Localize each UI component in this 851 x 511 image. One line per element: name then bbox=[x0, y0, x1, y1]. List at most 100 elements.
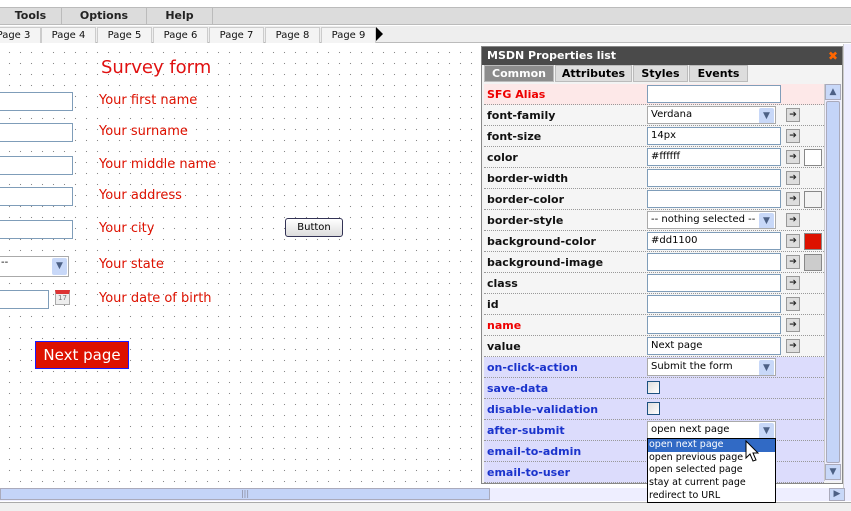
tab-attributes[interactable]: Attributes bbox=[555, 65, 632, 82]
insert-value-icon[interactable]: ➔ bbox=[786, 234, 800, 248]
chevron-down-icon[interactable]: ▼ bbox=[52, 258, 67, 275]
tab-styles[interactable]: Styles bbox=[633, 65, 688, 82]
sfg-alias-input[interactable] bbox=[647, 85, 781, 103]
class-input[interactable] bbox=[647, 274, 781, 292]
property-label: border-color bbox=[487, 193, 565, 206]
option-stay-at-current-page[interactable]: stay at current page bbox=[648, 477, 775, 490]
scroll-thumb[interactable] bbox=[826, 101, 840, 463]
border-color-input[interactable] bbox=[647, 190, 781, 208]
background-image-input[interactable] bbox=[647, 253, 781, 271]
value-input[interactable]: Next page bbox=[647, 337, 781, 355]
insert-value-icon[interactable]: ➔ bbox=[786, 297, 800, 311]
surname-input[interactable] bbox=[0, 123, 73, 142]
border-style-select[interactable]: -- nothing selected -- ▼ bbox=[647, 211, 776, 229]
tab-page-6[interactable]: Page 6 bbox=[153, 27, 208, 43]
property-label: font-size bbox=[487, 130, 542, 143]
tab-events[interactable]: Events bbox=[689, 65, 748, 82]
mouse-cursor-icon bbox=[745, 440, 760, 462]
form-title[interactable]: Survey form bbox=[101, 57, 211, 78]
scroll-up-icon[interactable]: ▲ bbox=[825, 84, 841, 100]
city-input[interactable] bbox=[0, 220, 73, 239]
address-input[interactable] bbox=[0, 187, 73, 206]
menu-bar: Tools Options Help bbox=[0, 7, 851, 25]
tab-common[interactable]: Common bbox=[484, 65, 554, 82]
scroll-right-icon[interactable]: ▶ bbox=[829, 488, 845, 501]
date-of-birth-label[interactable]: Your date of birth bbox=[99, 291, 212, 306]
insert-value-icon[interactable]: ➔ bbox=[786, 276, 800, 290]
insert-value-icon[interactable]: ➔ bbox=[786, 318, 800, 332]
font-size-input[interactable]: 14px bbox=[647, 127, 781, 145]
date-of-birth-input[interactable] bbox=[0, 290, 49, 309]
property-label: disable-validation bbox=[487, 403, 599, 416]
surname-label[interactable]: Your surname bbox=[99, 124, 188, 139]
property-row-border-style: border-style -- nothing selected -- ▼ ➔ bbox=[484, 210, 824, 231]
insert-value-icon[interactable]: ➔ bbox=[786, 108, 800, 122]
state-select[interactable]: -- ▼ bbox=[0, 256, 69, 277]
close-icon[interactable]: ✖ bbox=[828, 47, 838, 65]
border-style-value: -- nothing selected -- bbox=[651, 214, 756, 225]
calendar-icon[interactable]: 17 bbox=[55, 290, 70, 305]
property-row-id: id ➔ bbox=[484, 294, 824, 315]
border-width-input[interactable] bbox=[647, 169, 781, 187]
menu-tools[interactable]: Tools bbox=[0, 8, 62, 25]
insert-value-icon[interactable]: ➔ bbox=[786, 171, 800, 185]
tab-scroll-right-icon[interactable] bbox=[376, 27, 383, 41]
option-redirect-to-url[interactable]: redirect to URL bbox=[648, 490, 775, 503]
insert-value-icon[interactable]: ➔ bbox=[786, 255, 800, 269]
scroll-down-icon[interactable]: ▼ bbox=[825, 464, 841, 480]
property-label: name bbox=[487, 319, 522, 332]
horizontal-scroll-thumb[interactable]: ||| bbox=[0, 488, 490, 500]
tab-page-7[interactable]: Page 7 bbox=[209, 27, 264, 43]
on-click-action-select[interactable]: Submit the form ▼ bbox=[647, 358, 776, 376]
insert-value-icon[interactable]: ➔ bbox=[786, 192, 800, 206]
property-label: on-click-action bbox=[487, 361, 578, 374]
image-picker-icon[interactable] bbox=[804, 254, 822, 271]
insert-value-icon[interactable]: ➔ bbox=[786, 213, 800, 227]
color-input[interactable]: #ffffff bbox=[647, 148, 781, 166]
property-row-value: value Next page ➔ bbox=[484, 336, 824, 357]
property-label: save-data bbox=[487, 382, 549, 395]
middle-name-input[interactable] bbox=[0, 156, 73, 175]
canvas-vertical-scrollbar[interactable] bbox=[843, 44, 851, 488]
tab-page-3[interactable]: Page 3 bbox=[0, 27, 41, 43]
chevron-down-icon[interactable]: ▼ bbox=[759, 108, 774, 123]
menu-options[interactable]: Options bbox=[62, 8, 147, 25]
property-label: font-family bbox=[487, 109, 556, 122]
insert-value-icon[interactable]: ➔ bbox=[786, 339, 800, 353]
chevron-down-icon[interactable]: ▼ bbox=[759, 423, 774, 438]
name-input[interactable] bbox=[647, 316, 781, 334]
tab-page-9[interactable]: Page 9 bbox=[321, 27, 376, 43]
chevron-down-icon[interactable]: ▼ bbox=[759, 360, 774, 375]
disable-validation-checkbox[interactable] bbox=[647, 402, 660, 415]
address-label[interactable]: Your address bbox=[99, 188, 182, 203]
next-page-button[interactable]: Next page bbox=[35, 341, 129, 369]
menu-help[interactable]: Help bbox=[147, 8, 213, 25]
insert-value-icon[interactable]: ➔ bbox=[786, 129, 800, 143]
color-swatch[interactable] bbox=[804, 191, 822, 208]
background-color-input[interactable]: #dd1100 bbox=[647, 232, 781, 250]
middle-name-label[interactable]: Your middle name bbox=[99, 157, 216, 172]
properties-scrollbar[interactable]: ▲ ▼ bbox=[824, 84, 841, 481]
form-button[interactable]: Button bbox=[285, 218, 343, 237]
tab-page-4[interactable]: Page 4 bbox=[41, 27, 96, 43]
color-swatch[interactable] bbox=[804, 233, 822, 250]
tab-page-5[interactable]: Page 5 bbox=[97, 27, 152, 43]
tab-page-8[interactable]: Page 8 bbox=[265, 27, 320, 43]
font-family-select[interactable]: Verdana ▼ bbox=[647, 106, 776, 124]
city-label[interactable]: Your city bbox=[99, 221, 154, 236]
panel-title: MSDN Properties list bbox=[487, 49, 617, 62]
color-swatch[interactable] bbox=[804, 149, 822, 166]
chevron-down-icon[interactable]: ▼ bbox=[759, 213, 774, 228]
state-label[interactable]: Your state bbox=[99, 257, 164, 272]
first-name-input[interactable] bbox=[0, 92, 73, 111]
option-open-selected-page[interactable]: open selected page bbox=[648, 464, 775, 477]
property-row-background-image: background-image ➔ bbox=[484, 252, 824, 273]
after-submit-select[interactable]: open next page ▼ bbox=[647, 421, 776, 439]
property-row-border-color: border-color ➔ bbox=[484, 189, 824, 210]
insert-value-icon[interactable]: ➔ bbox=[786, 150, 800, 164]
panel-title-bar[interactable]: MSDN Properties list ✖ bbox=[482, 47, 842, 65]
first-name-label[interactable]: Your first name bbox=[99, 93, 197, 108]
font-family-value: Verdana bbox=[651, 109, 693, 120]
save-data-checkbox[interactable] bbox=[647, 381, 660, 394]
id-input[interactable] bbox=[647, 295, 781, 313]
